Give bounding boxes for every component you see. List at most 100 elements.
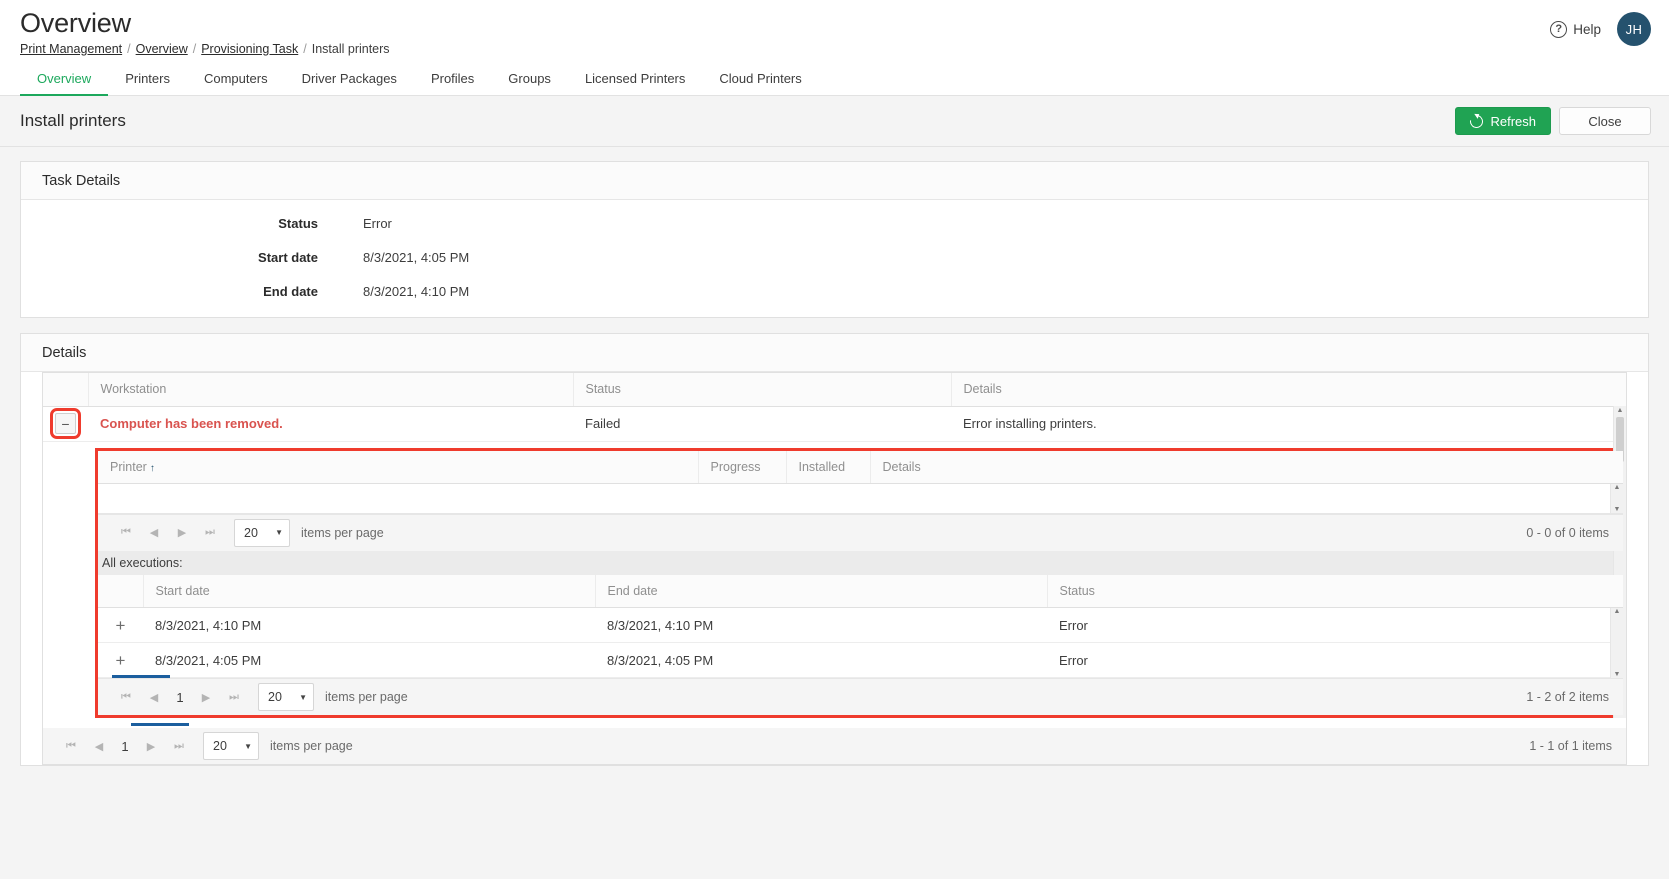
breadcrumb-separator: / xyxy=(298,42,311,56)
breadcrumb: Print Management/Overview/Provisioning T… xyxy=(20,41,1645,57)
collapse-row-button[interactable]: − xyxy=(55,413,76,434)
next-page-button[interactable]: ▶ xyxy=(168,520,196,546)
printers-header-row: Printer↑ Progress Installed Details xyxy=(98,451,1623,484)
tab-driver-packages[interactable]: Driver Packages xyxy=(285,62,414,95)
task-details-panel: Task Details Status Error Start date 8/3… xyxy=(20,161,1649,318)
executions-items-per-page-select[interactable]: 20 ▼ xyxy=(258,683,314,711)
last-page-button[interactable]: ⏭ xyxy=(220,684,248,710)
refresh-label: Refresh xyxy=(1490,114,1536,129)
close-button[interactable]: Close xyxy=(1559,107,1651,135)
printers-items-per-page-select[interactable]: 20 ▼ xyxy=(234,519,290,547)
executions-row-end-date: 8/3/2021, 4:05 PM xyxy=(595,643,1047,678)
details-col-expander xyxy=(43,373,88,406)
details-pager-arrows: ⏮ ◀ 1 ▶ ⏭ xyxy=(57,733,193,759)
first-page-button[interactable]: ⏮ xyxy=(57,733,85,759)
printers-items-per-page-value: 20 xyxy=(244,526,258,540)
question-mark-circle-icon: ? xyxy=(1550,21,1567,38)
details-table: Workstation Status Details − Computer ha… xyxy=(43,373,1626,442)
next-page-button[interactable]: ▶ xyxy=(192,684,220,710)
details-row-workstation: Computer has been removed. xyxy=(88,406,573,441)
help-label: Help xyxy=(1573,22,1601,37)
executions-col-end-date[interactable]: End date xyxy=(595,575,1047,608)
printers-table-container: Printer↑ Progress Installed Details xyxy=(98,451,1623,514)
scroll-up-arrow-icon[interactable]: ▲ xyxy=(1611,607,1623,616)
table-row[interactable]: + 8/3/2021, 4:05 PM 8/3/2021, 4:05 PM Er… xyxy=(98,643,1623,678)
refresh-button[interactable]: Refresh xyxy=(1455,107,1551,135)
breadcrumb-item-provisioning-task[interactable]: Provisioning Task xyxy=(201,42,298,56)
breadcrumb-item-print-management[interactable]: Print Management xyxy=(20,42,122,56)
field-end-date-value: 8/3/2021, 4:10 PM xyxy=(318,284,469,299)
details-items-per-page-select[interactable]: 20 ▼ xyxy=(203,732,259,760)
details-row-status: Failed xyxy=(573,406,951,441)
table-row[interactable]: + 8/3/2021, 4:10 PM 8/3/2021, 4:10 PM Er… xyxy=(98,608,1623,643)
breadcrumb-separator: / xyxy=(188,42,201,56)
executions-row-expander-cell: + xyxy=(98,608,143,643)
details-col-status[interactable]: Status xyxy=(573,373,951,406)
executions-vertical-scrollbar[interactable]: ▲ ▼ xyxy=(1610,608,1623,678)
breadcrumb-separator: / xyxy=(122,42,135,56)
prev-page-button[interactable]: ◀ xyxy=(85,733,113,759)
last-page-button[interactable]: ⏭ xyxy=(196,520,224,546)
printers-col-details[interactable]: Details xyxy=(870,451,1623,484)
printers-col-progress[interactable]: Progress xyxy=(698,451,786,484)
breadcrumb-item-overview[interactable]: Overview xyxy=(136,42,188,56)
task-details-header: Task Details xyxy=(21,162,1648,200)
scroll-up-arrow-icon[interactable]: ▲ xyxy=(1614,406,1626,415)
content-area: Task Details Status Error Start date 8/3… xyxy=(0,147,1669,879)
executions-items-per-page-value: 20 xyxy=(268,690,282,704)
chevron-down-icon: ▼ xyxy=(299,693,307,702)
details-col-workstation[interactable]: Workstation xyxy=(88,373,573,406)
details-row-details: Error installing printers. xyxy=(951,406,1626,441)
executions-row-end-date: 8/3/2021, 4:10 PM xyxy=(595,608,1047,643)
tab-licensed-printers[interactable]: Licensed Printers xyxy=(568,62,702,95)
chevron-down-icon: ▼ xyxy=(275,528,283,537)
printers-items-per-page-label: items per page xyxy=(301,526,384,540)
table-row[interactable]: − Computer has been removed. Failed Erro… xyxy=(43,406,1626,441)
first-page-button[interactable]: ⏮ xyxy=(112,684,140,710)
field-end-date-label: End date xyxy=(21,284,318,299)
details-items-per-page-value: 20 xyxy=(213,739,227,753)
printers-empty-row xyxy=(98,484,1623,513)
prev-page-button[interactable]: ◀ xyxy=(140,520,168,546)
executions-col-expander xyxy=(98,575,143,608)
details-header: Details xyxy=(21,334,1648,372)
details-panel: Details Workstation Status Details − xyxy=(20,333,1649,766)
printers-vertical-scrollbar[interactable]: ▲ ▼ xyxy=(1610,484,1623,513)
tab-printers[interactable]: Printers xyxy=(108,62,187,95)
avatar[interactable]: JH xyxy=(1617,12,1651,46)
last-page-button[interactable]: ⏭ xyxy=(165,733,193,759)
details-horizontal-scrollbar[interactable] xyxy=(131,723,189,726)
printers-col-installed[interactable]: Installed xyxy=(786,451,870,484)
executions-row-status: Error xyxy=(1047,643,1623,678)
field-end-date: End date 8/3/2021, 4:10 PM xyxy=(21,284,1648,299)
tab-cloud-printers[interactable]: Cloud Printers xyxy=(702,62,818,95)
executions-row-status: Error xyxy=(1047,608,1623,643)
executions-col-status[interactable]: Status xyxy=(1047,575,1623,608)
scroll-down-arrow-icon[interactable]: ▼ xyxy=(1611,505,1623,514)
expand-row-button[interactable]: + xyxy=(110,615,131,636)
executions-row-start-date: 8/3/2021, 4:05 PM xyxy=(143,643,595,678)
all-executions-label: All executions: xyxy=(98,551,1623,575)
tab-computers[interactable]: Computers xyxy=(187,62,285,95)
executions-col-start-date[interactable]: Start date xyxy=(143,575,595,608)
details-col-details[interactable]: Details xyxy=(951,373,1626,406)
page-number-1[interactable]: 1 xyxy=(113,734,137,758)
help-button[interactable]: ? Help xyxy=(1550,21,1601,38)
refresh-icon xyxy=(1468,112,1486,130)
scroll-up-arrow-icon[interactable]: ▲ xyxy=(1611,483,1623,492)
next-page-button[interactable]: ▶ xyxy=(137,733,165,759)
field-start-date-label: Start date xyxy=(21,250,318,265)
prev-page-button[interactable]: ◀ xyxy=(140,684,168,710)
page-number-1[interactable]: 1 xyxy=(168,685,192,709)
tab-groups[interactable]: Groups xyxy=(491,62,568,95)
executions-table: Start date End date Status + xyxy=(98,575,1623,679)
expand-row-button[interactable]: + xyxy=(110,650,131,671)
executions-header-row: Start date End date Status xyxy=(98,575,1623,608)
executions-row-start-date: 8/3/2021, 4:10 PM xyxy=(143,608,595,643)
field-status-value: Error xyxy=(318,216,392,231)
tab-profiles[interactable]: Profiles xyxy=(414,62,491,95)
field-start-date: Start date 8/3/2021, 4:05 PM xyxy=(21,250,1648,265)
first-page-button[interactable]: ⏮ xyxy=(112,520,140,546)
tab-overview[interactable]: Overview xyxy=(20,62,108,95)
printers-col-printer[interactable]: Printer↑ xyxy=(98,451,698,484)
